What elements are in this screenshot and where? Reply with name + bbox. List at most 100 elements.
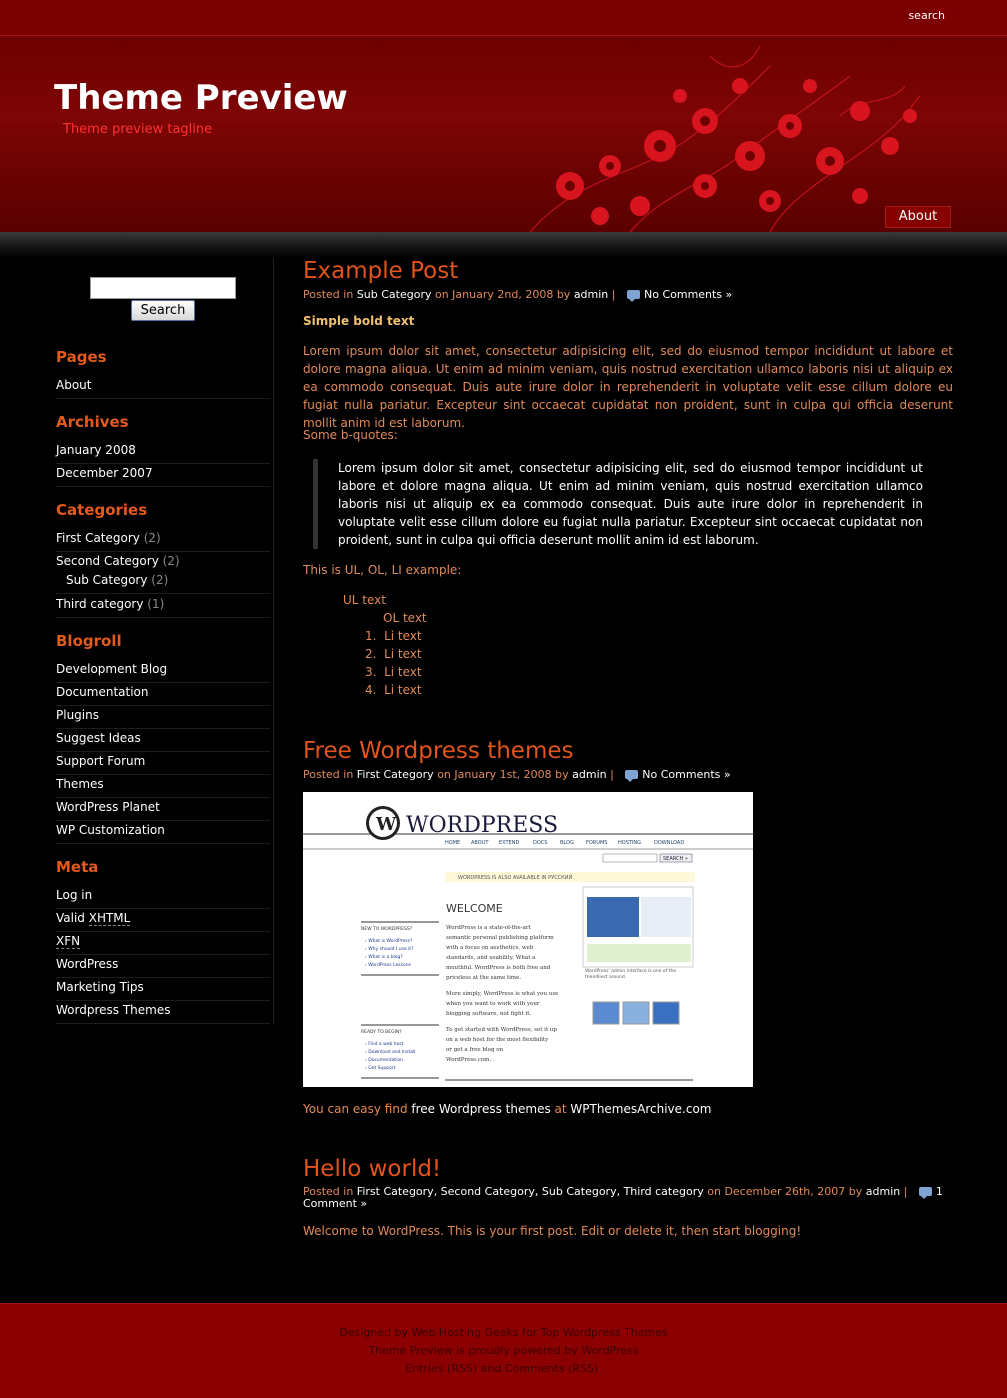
blogroll-item[interactable]: Documentation — [56, 683, 270, 706]
blogroll-item[interactable]: Support Forum — [56, 752, 270, 775]
category-link[interactable]: First Category — [56, 531, 140, 545]
meta-item-wordpress[interactable]: WordPress — [56, 955, 270, 978]
blockquote: Lorem ipsum dolor sit amet, consectetur … — [313, 459, 923, 549]
post-category-link[interactable]: First Category — [357, 768, 434, 781]
blogroll-item[interactable]: WP Customization — [56, 821, 270, 844]
svg-text:› What is WordPress?: › What is WordPress? — [365, 938, 413, 944]
post-comments-link[interactable]: No Comments » — [644, 288, 732, 301]
svg-text:semantic personal publishing p: semantic personal publishing platform — [446, 935, 555, 941]
svg-text:on a web host for the most fle: on a web host for the most flexibility — [446, 1037, 549, 1043]
post-author-link[interactable]: admin — [574, 288, 608, 301]
post-author-link[interactable]: admin — [572, 768, 606, 781]
svg-text:BLOG: BLOG — [560, 840, 574, 846]
nav-tab-about[interactable]: About — [885, 206, 951, 228]
category-link[interactable]: Second Category — [56, 554, 159, 568]
post-categories-link[interactable]: First Category, Second Category, Sub Cat… — [357, 1185, 704, 1198]
comment-bubble-icon — [626, 289, 640, 302]
li-item: 1. Li text — [365, 629, 422, 643]
meta-item-wordpress-themes[interactable]: Wordpress Themes — [56, 1001, 270, 1024]
post-comments-link[interactable]: 1 — [936, 1185, 943, 1198]
blogroll-item[interactable]: WordPress Planet — [56, 798, 270, 821]
widget-title-meta: Meta — [56, 858, 99, 876]
post-category-link[interactable]: Sub Category — [357, 288, 432, 301]
blogroll-item[interactable]: Themes — [56, 775, 270, 798]
blogroll-item[interactable]: Development Blog — [56, 660, 270, 683]
category-count: (2) — [151, 573, 169, 587]
svg-text:HOSTING: HOSTING — [618, 840, 641, 846]
svg-text:WordPress.com.: WordPress.com. — [446, 1057, 491, 1063]
svg-text:› Download and Install: › Download and Install — [365, 1049, 415, 1055]
post-meta: Posted in First Category on January 1st,… — [303, 768, 731, 782]
svg-text:when you want to work with you: when you want to work with your — [446, 1001, 540, 1007]
svg-text:More simply, WordPress is what: More simply, WordPress is what you use — [446, 991, 558, 997]
post-comments-link[interactable]: No Comments » — [642, 768, 730, 781]
post-comments-link-cont[interactable]: Comment » — [303, 1197, 367, 1210]
meta-item-marketing-tips[interactable]: Marketing Tips — [56, 978, 270, 1001]
top-bar: search — [0, 0, 1007, 36]
floral-decoration-icon — [529, 45, 921, 232]
sidebar-item-december-2007[interactable]: December 2007 — [56, 464, 270, 487]
post-paragraph: Lorem ipsum dolor sit amet, consectetur … — [303, 344, 953, 430]
xfn-link[interactable]: XFN — [56, 934, 81, 949]
post-body: You can easy find free Wordpress themes … — [303, 1100, 953, 1118]
post-meta: Posted in Sub Category on January 2nd, 2… — [303, 288, 732, 302]
wp-logo-text: WORDPRESS — [406, 813, 558, 838]
svg-text:› What is a blog?: › What is a blog? — [365, 954, 403, 960]
blogroll-item[interactable]: Plugins — [56, 706, 270, 729]
widget-title-archives: Archives — [56, 413, 129, 431]
widget-title-pages: Pages — [56, 348, 107, 366]
header-shadow — [0, 232, 1007, 258]
meta-item-xfn: XFN — [56, 932, 270, 955]
meta-text: on January 2nd, 2008 by — [431, 288, 574, 301]
body-text: at — [550, 1102, 571, 1116]
blogroll-item[interactable]: Suggest Ideas — [56, 729, 270, 752]
top-search-link[interactable]: search — [908, 9, 945, 22]
svg-text:HOME: HOME — [445, 840, 460, 846]
category-count: (2) — [162, 554, 180, 568]
site-header: Theme Preview Theme preview tagline Abou… — [0, 36, 1007, 232]
widget-title-blogroll: Blogroll — [56, 632, 122, 650]
meta-text: on January 1st, 2008 by — [433, 768, 573, 781]
post-title-free-wordpress-themes[interactable]: Free Wordpress themes — [303, 738, 574, 764]
post-title-hello-world[interactable]: Hello world! — [303, 1156, 441, 1182]
svg-text:READY TO BEGIN?: READY TO BEGIN? — [361, 1029, 402, 1035]
xhtml-link[interactable]: XHTML — [88, 911, 131, 926]
meta-item-valid-xhtml: Valid XHTML — [56, 909, 270, 932]
free-themes-link[interactable]: free Wordpress themes — [411, 1102, 550, 1116]
wpthemesarchive-link[interactable]: WPThemesArchive.com — [570, 1102, 711, 1116]
svg-text:blogging software, not fight i: blogging software, not fight it. — [446, 1011, 531, 1017]
wordpress-screenshot-graphic: W WORDPRESS HOME ABOUT EXTEND DOCS BLOG FORU… — [303, 792, 753, 1087]
svg-text:WordPress is a state-of-the-ar: WordPress is a state-of-the-art — [446, 925, 531, 931]
post-title-example-post[interactable]: Example Post — [303, 258, 458, 284]
svg-text:WordPress' admin interface is: WordPress' admin interface is one of the — [585, 968, 676, 974]
comment-bubble-icon — [918, 1186, 932, 1199]
svg-text:› Documentation: › Documentation — [365, 1057, 403, 1063]
meta-item-login[interactable]: Log in — [56, 886, 270, 909]
meta-text: on December 26th, 2007 by — [703, 1185, 866, 1198]
svg-text:FORUMS: FORUMS — [586, 840, 607, 846]
sidebar-item-first-category: First Category (2) — [56, 529, 270, 552]
sidebar-item-january-2008[interactable]: January 2008 — [56, 441, 270, 464]
comment-bubble-icon — [625, 769, 639, 782]
category-link[interactable]: Third category — [56, 597, 143, 611]
wordpress-screenshot-image[interactable]: W WORDPRESS HOME ABOUT EXTEND DOCS BLOG FORU… — [303, 792, 753, 1087]
site-title[interactable]: Theme Preview — [54, 78, 348, 118]
sidebar-search-input[interactable] — [90, 277, 236, 299]
bold-text: Simple bold text — [303, 314, 415, 328]
li-item: 4. Li text — [365, 683, 422, 697]
site-tagline: Theme preview tagline — [63, 122, 213, 137]
svg-text:DOCS: DOCS — [533, 840, 547, 846]
sidebar-item-about[interactable]: About — [56, 376, 270, 399]
meta-separator: | — [606, 768, 618, 781]
footer-powered: Theme Preview is proudly powered by Word… — [368, 1344, 639, 1357]
svg-text:or get a free blog on: or get a free blog on — [446, 1047, 504, 1053]
svg-text:WELCOME: WELCOME — [446, 902, 503, 915]
footer-rss: Entries (RSS) and Comments (RSS). — [405, 1362, 602, 1375]
post-author-link[interactable]: admin — [866, 1185, 900, 1198]
li-item: 2. Li text — [365, 647, 422, 661]
sidebar-search-button[interactable]: Search — [131, 300, 195, 321]
svg-text:› Why should I use it?: › Why should I use it? — [365, 946, 414, 952]
svg-text:EXTEND: EXTEND — [499, 840, 519, 846]
category-link[interactable]: Sub Category — [66, 573, 147, 587]
list-intro: This is UL, OL, LI example: — [303, 563, 462, 577]
